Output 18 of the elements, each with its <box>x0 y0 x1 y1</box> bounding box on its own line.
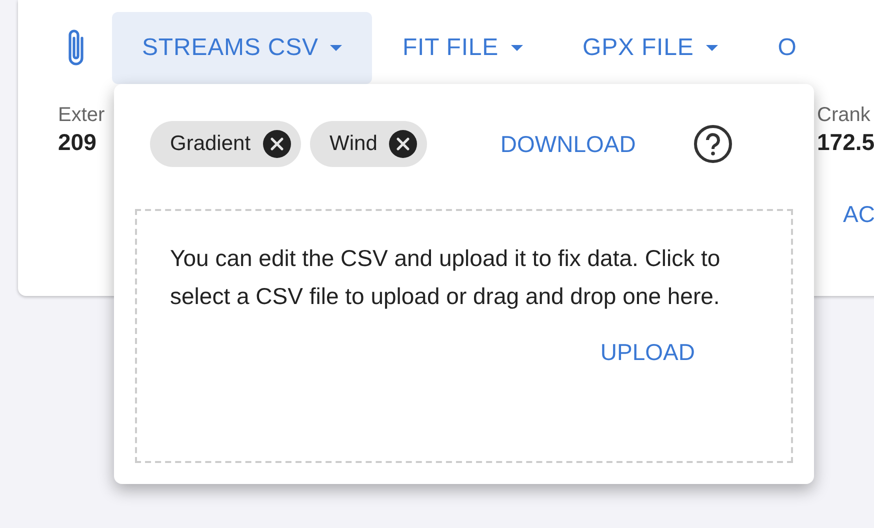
stat-label: Exter <box>58 104 105 127</box>
filter-chip[interactable]: Wind <box>310 121 428 167</box>
close-icon[interactable] <box>389 130 418 158</box>
tab[interactable]: STREAMS CSV <box>112 12 372 84</box>
action-button[interactable]: AC <box>843 201 874 228</box>
dropzone-text: You can edit the CSV and upload it to fix data. Click to select a CSV file to upload or drag and drop one here. <box>170 244 722 311</box>
tab[interactable]: FIT FILE <box>372 12 553 84</box>
help-icon[interactable] <box>692 124 733 164</box>
upload-dropzone[interactable]: You can edit the CSV and upload it to fix data. Click to select a CSV file to upload or drag and drop one here. UPLOAD <box>135 209 793 463</box>
stat-value: 172.5 <box>817 129 874 156</box>
upload-button[interactable]: UPLOAD <box>600 339 695 366</box>
stat-value: 209 <box>58 129 98 156</box>
filter-chip[interactable]: Gradient <box>150 121 301 167</box>
close-icon[interactable] <box>262 130 291 158</box>
download-button[interactable]: DOWNLOAD <box>500 130 636 158</box>
tab[interactable]: O <box>748 12 827 84</box>
tab[interactable]: GPX FILE <box>552 12 748 84</box>
stat-label: Crank <box>817 104 872 127</box>
